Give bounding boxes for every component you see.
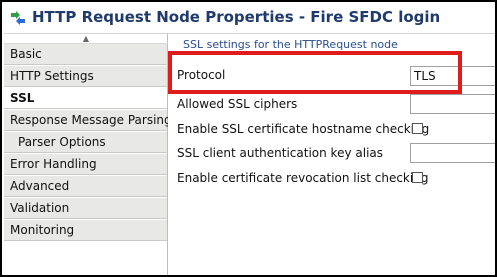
sidebar-item-monitoring[interactable]: Monitoring — [4, 220, 167, 241]
sidebar-item-parser-options[interactable]: Parser Options — [4, 132, 167, 153]
sidebar: ▲ Basic HTTP Settings SSL Response Messa… — [4, 34, 172, 275]
sidebar-item-basic[interactable]: Basic — [4, 44, 167, 65]
sidebar-item-advanced[interactable]: Advanced — [4, 176, 167, 197]
protocol-highlight-box — [168, 51, 462, 94]
section-title: SSL settings for the HTTPRequest node — [183, 38, 398, 51]
sidebar-item-http-settings[interactable]: HTTP Settings — [4, 66, 167, 87]
allowed-ssl-ciphers-field[interactable] — [410, 94, 495, 114]
scroll-up-arrow-icon[interactable]: ▲ — [4, 34, 168, 44]
properties-window: HTTP Request Node Properties - Fire SFDC… — [0, 0, 497, 277]
sidebar-item-response-message-parsing[interactable]: Response Message Parsing — [4, 110, 172, 131]
window-title: HTTP Request Node Properties - Fire SFDC… — [32, 8, 441, 26]
sidebar-item-ssl[interactable]: SSL — [4, 88, 167, 109]
sidebar-item-validation[interactable]: Validation — [4, 198, 167, 219]
title-bar: HTTP Request Node Properties - Fire SFDC… — [4, 4, 495, 34]
sidebar-item-error-handling[interactable]: Error Handling — [4, 154, 167, 175]
hostname-checking-label: Enable SSL certificate hostname checking — [177, 122, 430, 136]
allowed-ssl-ciphers-label: Allowed SSL ciphers — [177, 97, 298, 111]
key-alias-field[interactable] — [410, 143, 495, 163]
revocation-checking-checkbox[interactable] — [412, 172, 423, 183]
hostname-checking-checkbox[interactable] — [412, 123, 423, 134]
key-alias-label: SSL client authentication key alias — [177, 146, 384, 160]
node-properties-icon — [11, 11, 25, 25]
revocation-checking-label: Enable certificate revocation list check… — [177, 171, 429, 185]
